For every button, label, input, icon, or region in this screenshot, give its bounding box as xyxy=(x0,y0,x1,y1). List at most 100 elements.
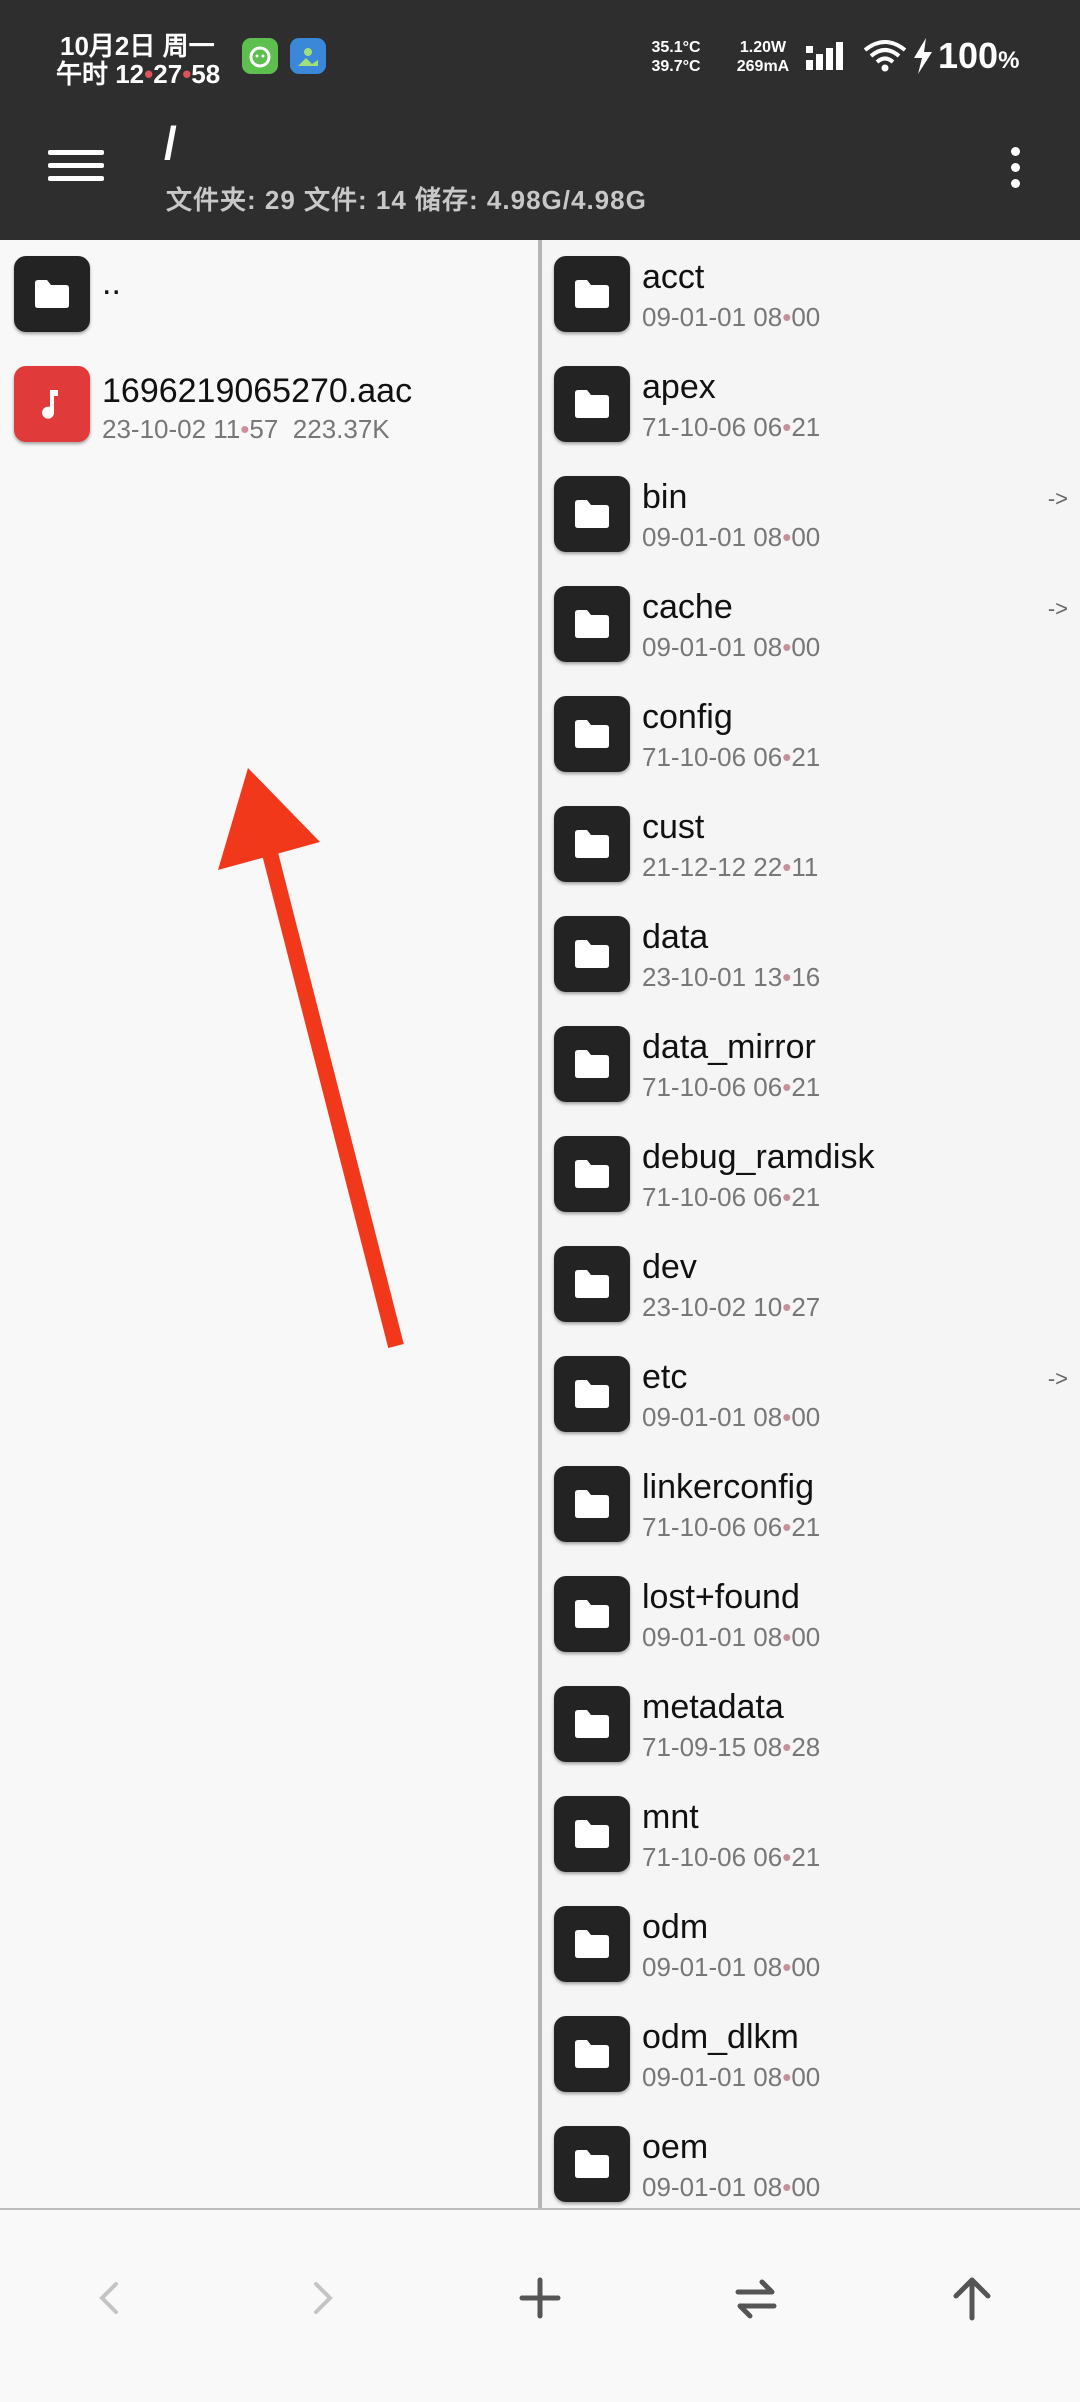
folder-name: linkerconfig xyxy=(642,1468,814,1506)
status-time: 午时 12•27•58 xyxy=(56,59,221,89)
folder-name: oem xyxy=(642,2128,709,2166)
file-name: 1696219065270.aac xyxy=(102,372,413,410)
file-name: .. xyxy=(102,264,121,302)
folder-name: odm_dlkm xyxy=(642,2018,799,2056)
list-item-folder[interactable]: cust 21-12-12 22•11 xyxy=(542,806,1080,916)
folder-icon xyxy=(554,476,630,552)
list-item-folder[interactable]: data 23-10-01 13•16 xyxy=(542,916,1080,1026)
folder-icon xyxy=(554,1246,630,1322)
folder-meta: 71-10-06 06•21 xyxy=(642,1512,821,1542)
music-note-icon xyxy=(14,366,90,442)
folder-meta: 09-01-01 08•00 xyxy=(642,1622,821,1652)
folder-name: metadata xyxy=(642,1688,784,1726)
list-item-folder[interactable]: etc 09-01-01 08•00 -> xyxy=(542,1356,1080,1466)
gallery-icon xyxy=(290,38,326,74)
folder-meta: 71-10-06 06•21 xyxy=(642,412,821,442)
folder-icon xyxy=(554,1356,630,1432)
folder-name: odm xyxy=(642,1908,709,1946)
bottom-nav-bar xyxy=(0,2208,1080,2402)
wifi-icon xyxy=(862,38,908,77)
forward-icon[interactable] xyxy=(284,2258,364,2338)
list-item-folder[interactable]: config 71-10-06 06•21 xyxy=(542,696,1080,806)
list-item-folder[interactable]: lost+found 09-01-01 08•00 xyxy=(542,1576,1080,1686)
folder-meta: 09-01-01 08•00 xyxy=(642,2062,821,2092)
back-icon[interactable] xyxy=(68,2258,148,2338)
list-item-folder[interactable]: odm_dlkm 09-01-01 08•00 xyxy=(542,2016,1080,2126)
left-pane[interactable]: .. 1696219065270.aac 23-10-02 11•57 223.… xyxy=(0,240,538,2208)
folder-icon xyxy=(554,806,630,882)
symlink-indicator: -> xyxy=(1047,1366,1068,1391)
list-item-folder[interactable]: metadata 71-09-15 08•28 xyxy=(542,1686,1080,1796)
charging-icon xyxy=(912,38,934,79)
list-item-folder[interactable]: data_mirror 71-10-06 06•21 xyxy=(542,1026,1080,1136)
folder-name: cust xyxy=(642,808,705,846)
up-icon[interactable] xyxy=(932,2258,1012,2338)
list-item-folder[interactable]: cache 09-01-01 08•00 -> xyxy=(542,586,1080,696)
storage-stats: 文件夹: 29 文件: 14 储存: 4.98G/4.98G xyxy=(166,185,647,215)
folder-meta: 71-10-06 06•21 xyxy=(642,1842,821,1872)
folder-meta: 23-10-01 13•16 xyxy=(642,962,821,992)
current-path: / xyxy=(164,117,177,169)
symlink-indicator: -> xyxy=(1047,486,1068,511)
folder-meta: 71-09-15 08•28 xyxy=(642,1732,821,1762)
folder-meta: 71-10-06 06•21 xyxy=(642,1072,821,1102)
power-readout: 1.20W 269mA xyxy=(736,39,790,75)
list-item-folder[interactable]: debug_ramdisk 71-10-06 06•21 xyxy=(542,1136,1080,1246)
right-pane[interactable]: acct 09-01-01 08•00 apex 71-10-06 06•21 bin 0… xyxy=(542,240,1080,2208)
folder-meta: 09-01-01 08•00 xyxy=(642,302,821,332)
folder-name: etc xyxy=(642,1358,688,1396)
swap-icon[interactable] xyxy=(716,2258,796,2338)
status-date: 10月2日 周一 xyxy=(60,31,215,61)
more-options-icon[interactable] xyxy=(1000,142,1030,202)
folder-meta: 09-01-01 08•00 xyxy=(642,632,821,662)
folder-icon xyxy=(554,1686,630,1762)
list-item-folder[interactable]: apex 71-10-06 06•21 xyxy=(542,366,1080,476)
add-icon[interactable] xyxy=(500,2258,580,2338)
android-icon xyxy=(242,38,278,74)
folder-name: debug_ramdisk xyxy=(642,1138,875,1176)
folder-name: acct xyxy=(642,258,705,296)
folder-meta: 23-10-02 10•27 xyxy=(642,1292,821,1322)
folder-name: dev xyxy=(642,1248,697,1286)
list-item-folder[interactable]: dev 23-10-02 10•27 xyxy=(542,1246,1080,1356)
menu-icon[interactable] xyxy=(46,142,106,198)
folder-icon xyxy=(554,256,630,332)
folder-name: bin xyxy=(642,478,688,516)
folder-meta: 21-12-12 22•11 xyxy=(642,852,819,882)
folder-icon xyxy=(554,2126,630,2202)
signal-icon xyxy=(806,40,852,75)
folder-icon xyxy=(554,1026,630,1102)
folder-icon xyxy=(14,256,90,332)
symlink-indicator: -> xyxy=(1047,596,1068,621)
toolbar: / 文件夹: 29 文件: 14 储存: 4.98G/4.98G xyxy=(0,112,1080,240)
folder-meta: 09-01-01 08•00 xyxy=(642,2172,821,2202)
folder-name: data xyxy=(642,918,709,956)
list-item-parent-dir[interactable]: .. xyxy=(0,256,538,366)
folder-icon xyxy=(554,1906,630,1982)
folder-icon xyxy=(554,696,630,772)
folder-icon xyxy=(554,1796,630,1872)
list-item-folder[interactable]: linkerconfig 71-10-06 06•21 xyxy=(542,1466,1080,1576)
list-item-folder[interactable]: acct 09-01-01 08•00 xyxy=(542,256,1080,366)
folder-icon xyxy=(554,1466,630,1542)
list-item-folder[interactable]: odm 09-01-01 08•00 xyxy=(542,1906,1080,2016)
folder-name: data_mirror xyxy=(642,1028,816,1066)
folder-meta: 09-01-01 08•00 xyxy=(642,1402,821,1432)
folder-icon xyxy=(554,366,630,442)
folder-icon xyxy=(554,586,630,662)
list-item-file[interactable]: 1696219065270.aac 23-10-02 11•57 223.37K xyxy=(0,366,538,476)
annotation-arrow xyxy=(218,768,404,1348)
folder-icon xyxy=(554,1576,630,1652)
folder-meta: 71-10-06 06•21 xyxy=(642,1182,821,1212)
list-item-folder[interactable]: mnt 71-10-06 06•21 xyxy=(542,1796,1080,1906)
folder-name: mnt xyxy=(642,1798,699,1836)
list-item-folder[interactable]: oem 09-01-01 08•00 xyxy=(542,2126,1080,2208)
temperature-readout: 35.1°C 39.7°C xyxy=(651,39,701,75)
folder-meta: 71-10-06 06•21 xyxy=(642,742,821,772)
folder-name: config xyxy=(642,698,733,736)
folder-icon xyxy=(554,2016,630,2092)
folder-icon xyxy=(554,916,630,992)
folder-icon xyxy=(554,1136,630,1212)
status-bar: 10月2日 周一 午时 12•27•58 35.1°C 39.7°C 1.20W 2… xyxy=(0,0,1080,112)
list-item-folder[interactable]: bin 09-01-01 08•00 -> xyxy=(542,476,1080,586)
